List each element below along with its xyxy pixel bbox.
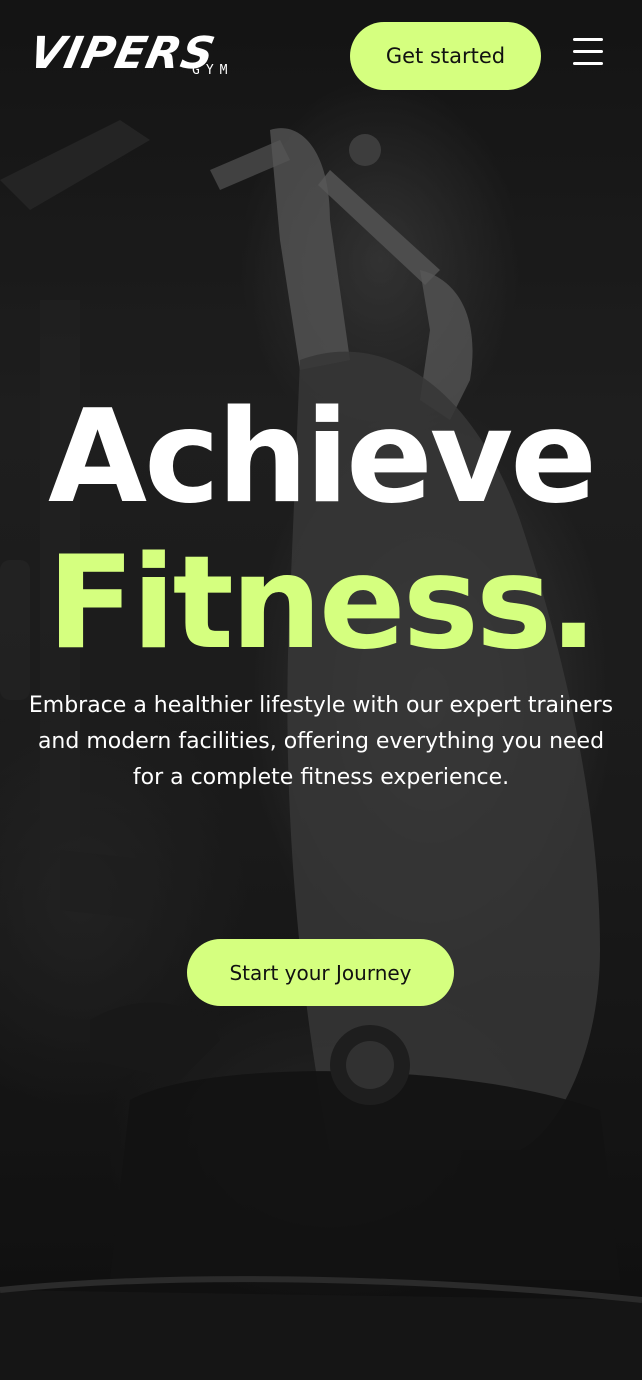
hero-description: Embrace a healthier lifestyle with our e… — [28, 693, 614, 790]
vipers-gym-logo[interactable]: VIPERS GYM — [25, 28, 260, 82]
logo-wordmark: VIPERS — [24, 28, 220, 79]
get-started-button[interactable]: Get started — [350, 22, 541, 90]
site-header: VIPERS GYM Get started — [0, 0, 642, 112]
start-journey-button[interactable]: Start your Journey — [187, 939, 454, 1006]
page: VIPERS GYM Get started Achieve Fitness. … — [0, 0, 642, 1380]
hero-title-line-2: Fitness. — [47, 529, 597, 678]
hamburger-menu-icon[interactable] — [572, 38, 606, 66]
hero-title-line-1: Achieve — [48, 383, 597, 532]
logo-subtext: GYM — [192, 63, 234, 78]
